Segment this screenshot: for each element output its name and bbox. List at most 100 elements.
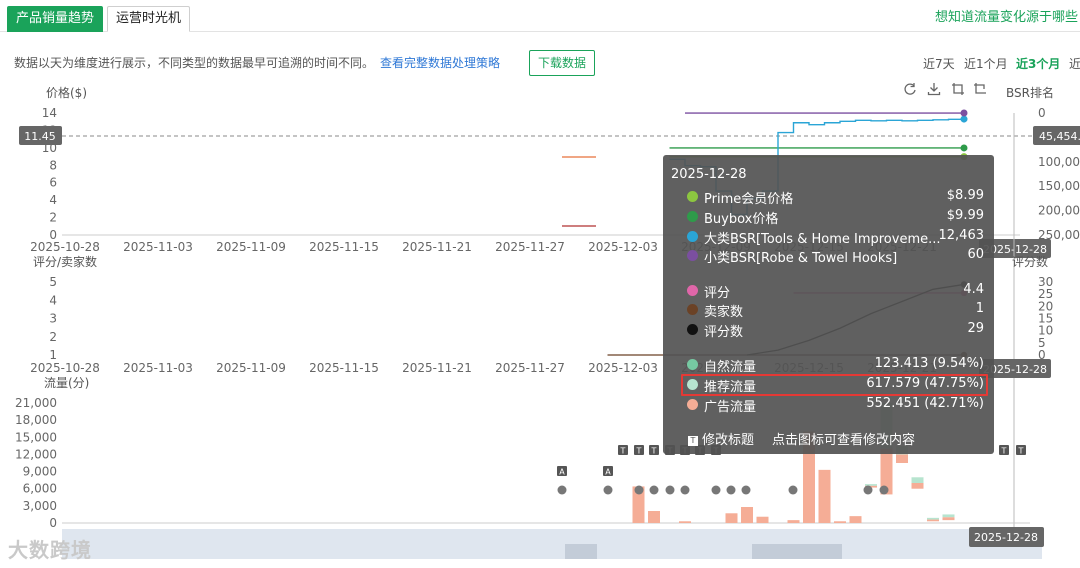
tooltip-series-value: 60 bbox=[967, 247, 984, 262]
series-color-dot bbox=[687, 191, 698, 202]
traffic-bar-recommended bbox=[911, 477, 924, 483]
rating-tick-label: 3 bbox=[49, 312, 57, 326]
marker-letter: T bbox=[636, 447, 642, 456]
tooltip-footer-label: 修改标题 bbox=[702, 433, 755, 448]
tooltip-series-name: 自然流量 bbox=[704, 360, 757, 375]
rating-tick-label: 5 bbox=[49, 275, 57, 289]
traffic-tick-label: 15,000 bbox=[15, 430, 57, 444]
series-color-dot bbox=[687, 211, 698, 222]
rating-tick-label: 1 bbox=[49, 348, 57, 362]
price-tick-label: 8 bbox=[49, 158, 57, 172]
tooltip-series-name: 小类BSR[Robe & Towel Hooks] bbox=[704, 251, 898, 266]
date-tick-label: 2025-12-03 bbox=[588, 240, 658, 254]
tooltip-series-value: 12,463 bbox=[938, 228, 985, 243]
tooltip-row: 自然流量 123.413 (9.54%) bbox=[687, 356, 984, 375]
chart-tooltip: 2025-12-28 Prime会员价格 $8.99 Buybox价格 $9.99 大类… bbox=[663, 155, 994, 454]
series-end-point bbox=[960, 109, 968, 117]
date-tick-label: 2025-11-27 bbox=[495, 361, 565, 375]
tooltip-row: 评分数 29 bbox=[687, 321, 984, 340]
traffic-bar-ad bbox=[725, 513, 738, 523]
tooltip-series-value: 1 bbox=[975, 301, 984, 316]
traffic-bar-ad bbox=[818, 469, 831, 523]
date-tick-label: 2025-11-03 bbox=[123, 361, 193, 375]
tooltip-series-value: $8.99 bbox=[946, 188, 984, 203]
series-end-point bbox=[960, 144, 968, 152]
marker-letter: T bbox=[1018, 447, 1024, 456]
traffic-tick-label: 0 bbox=[49, 516, 57, 530]
reviews-tick-label: 25 bbox=[1038, 287, 1053, 301]
traffic-tick-label: 9,000 bbox=[23, 465, 57, 479]
traffic-tick-label: 18,000 bbox=[15, 413, 57, 427]
event-marker-dot bbox=[649, 485, 659, 495]
event-marker-dot bbox=[557, 485, 567, 495]
reviews-tick-label: 15 bbox=[1038, 312, 1053, 326]
rating-tick-label: 2 bbox=[49, 330, 57, 344]
tooltip-row: 广告流量 552.451 (42.71%) bbox=[687, 396, 984, 415]
event-marker-dot bbox=[711, 485, 721, 495]
date-tick-label: 2025-10-28 bbox=[30, 240, 100, 254]
event-marker-dot bbox=[879, 485, 889, 495]
tooltip-series-name: 评分数 bbox=[704, 325, 744, 340]
tooltip-series-name: 评分 bbox=[704, 286, 731, 301]
event-marker-dot bbox=[726, 485, 736, 495]
series-color-dot bbox=[687, 304, 698, 315]
series-color-dot bbox=[687, 285, 698, 296]
traffic-bar-ad bbox=[648, 511, 660, 523]
watermark-logo: 大数跨境 bbox=[8, 538, 92, 562]
rating-axis-title: 评分/卖家数 bbox=[33, 254, 97, 269]
date-tick-label: 2025-11-09 bbox=[216, 361, 286, 375]
marker-letter: A bbox=[605, 468, 611, 477]
event-marker-dot bbox=[741, 485, 751, 495]
tooltip-series-name: 大类BSR[Tools & Home Improveme... bbox=[704, 232, 941, 247]
traffic-tick-label: 12,000 bbox=[15, 447, 57, 461]
date-tick-label: 2025-11-27 bbox=[495, 240, 565, 254]
tooltip-series-value: $9.99 bbox=[946, 208, 984, 223]
date-tick-label: 2025-12-03 bbox=[588, 361, 658, 375]
tooltip-row: 小类BSR[Robe & Towel Hooks] 60 bbox=[687, 247, 984, 266]
reviews-tick-label: 10 bbox=[1038, 324, 1053, 338]
price-tick-label: 14 bbox=[42, 106, 57, 120]
reviews-tick-label: 20 bbox=[1038, 299, 1053, 313]
tooltip-series-name: Buybox价格 bbox=[704, 212, 779, 227]
price-tick-label: 4 bbox=[49, 193, 57, 207]
event-marker-dot bbox=[634, 485, 644, 495]
range-slider-track bbox=[62, 529, 1042, 559]
tooltip-series-value: 552.451 (42.71%) bbox=[866, 396, 984, 411]
traffic-bar-ad bbox=[911, 483, 924, 489]
price-tick-label: 2 bbox=[49, 211, 57, 225]
product-sales-trend-panel: 产品销量趋势 运营时光机 想知道流量变化源于哪些 数据以天为维度进行展示，不同类… bbox=[0, 0, 1080, 568]
tooltip-footer: T 修改标题 点击图标可查看修改内容 bbox=[688, 429, 915, 448]
traffic-bar-ad bbox=[942, 517, 955, 521]
date-tick-label: 2025-11-15 bbox=[309, 361, 379, 375]
series-color-dot bbox=[687, 399, 698, 410]
series-color-dot bbox=[687, 250, 698, 261]
bsr-tick-label: 100,000 bbox=[1038, 155, 1080, 169]
series-color-dot bbox=[687, 231, 698, 242]
traffic-bar-ad bbox=[896, 454, 908, 463]
title-edit-marker-icon: T bbox=[688, 436, 698, 446]
reviews-tick-label: 5 bbox=[1038, 336, 1046, 350]
traffic-bar-recommended bbox=[942, 514, 955, 518]
tooltip-row: Buybox价格 $9.99 bbox=[687, 208, 984, 227]
traffic-bar-recommended bbox=[927, 517, 939, 520]
series-color-dot bbox=[687, 324, 698, 335]
traffic-bar-ad bbox=[679, 521, 691, 523]
tooltip-row: 评分 4.4 bbox=[687, 282, 984, 301]
range-slider-handle-right bbox=[752, 544, 842, 559]
traffic-bar-ad bbox=[741, 507, 753, 523]
tooltip-series-value: 29 bbox=[967, 321, 984, 336]
traffic-bar-ad bbox=[834, 521, 846, 523]
date-tick-label: 2025-11-03 bbox=[123, 240, 193, 254]
bsr-tick-label: 200,000 bbox=[1038, 204, 1080, 218]
traffic-tick-label: 6,000 bbox=[23, 482, 57, 496]
marker-letter: T bbox=[620, 447, 626, 456]
traffic-tick-label: 3,000 bbox=[23, 499, 57, 513]
bsr-axis-title: BSR排名 bbox=[1006, 85, 1054, 100]
marker-letter: T bbox=[1001, 447, 1007, 456]
tooltip-row: Prime会员价格 $8.99 bbox=[687, 188, 984, 207]
tooltip-series-name: 广告流量 bbox=[704, 400, 757, 415]
date-tick-label: 2025-11-15 bbox=[309, 240, 379, 254]
event-marker-dot bbox=[680, 485, 690, 495]
traffic-bar-ad bbox=[756, 516, 769, 523]
event-marker-dot bbox=[788, 485, 798, 495]
